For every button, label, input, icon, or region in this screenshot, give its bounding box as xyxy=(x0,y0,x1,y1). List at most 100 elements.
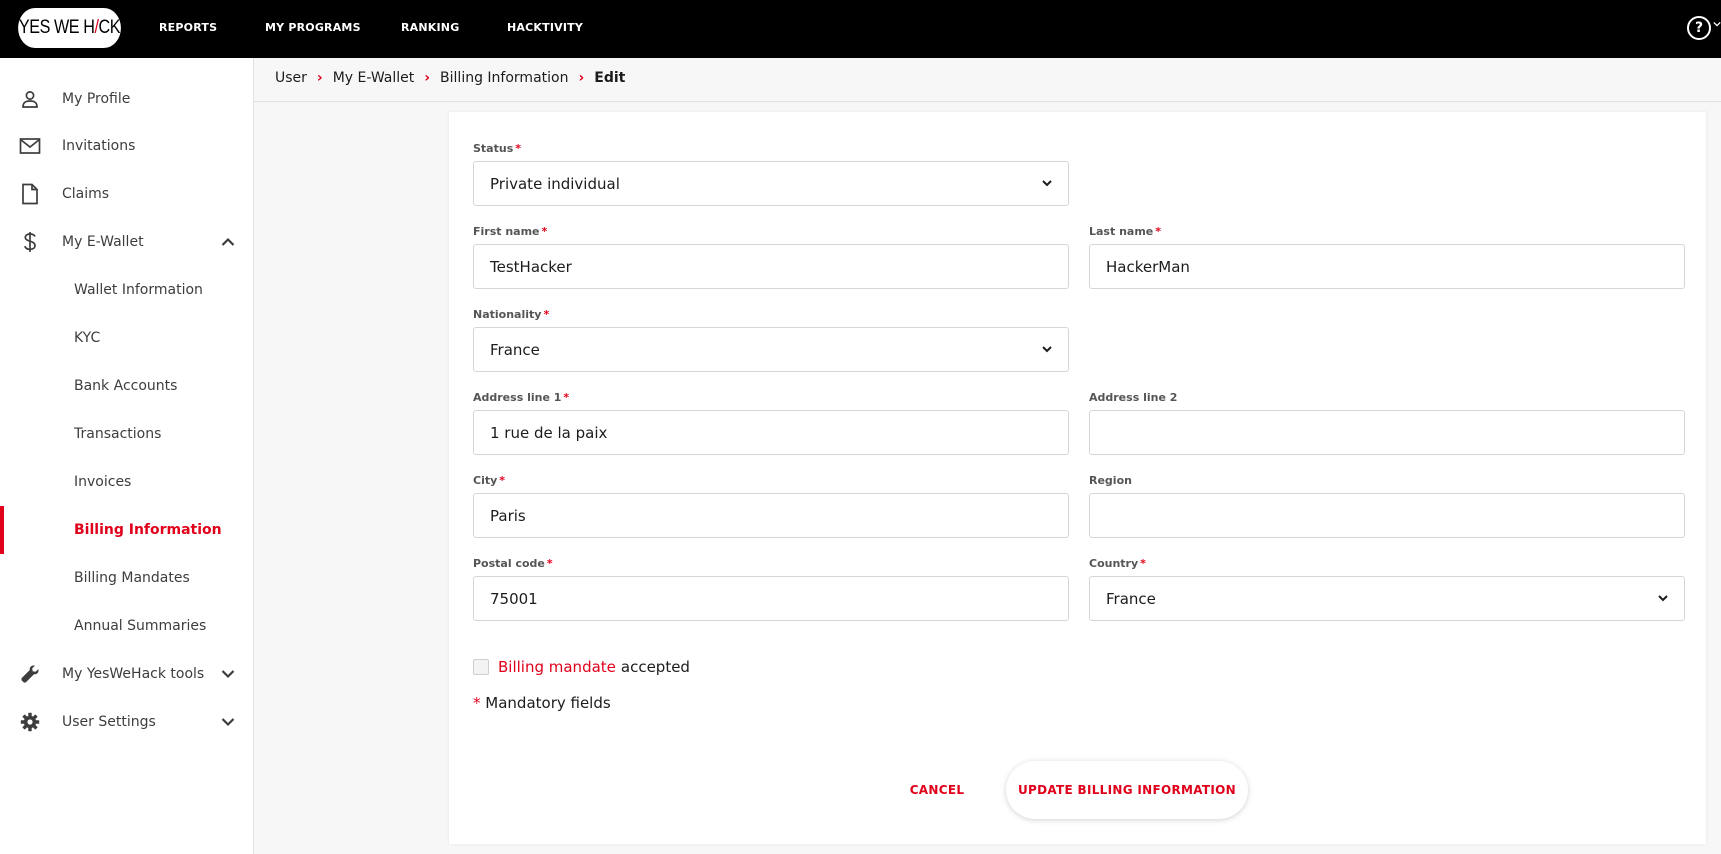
billing-form-card xyxy=(449,112,1706,844)
chevron-down-icon xyxy=(1040,176,1054,190)
required-mark: * xyxy=(563,391,570,404)
sidebar-subitem-label: Wallet Information xyxy=(74,282,203,298)
top-navbar: YES WE H / CK REPORTS MY PROGRAMS RANKING … xyxy=(0,0,1721,58)
required-mark: * xyxy=(473,694,481,712)
city-value: Paris xyxy=(490,506,526,525)
breadcrumb-user[interactable]: User xyxy=(275,70,307,86)
logo-text-b: CK xyxy=(98,17,121,38)
cancel-button[interactable]: CANCEL xyxy=(897,762,977,818)
sidebar-item-my-e-wallet[interactable]: My E-Wallet xyxy=(0,222,253,262)
required-mark: * xyxy=(1155,225,1162,238)
sidebar-item-invitations[interactable]: Invitations xyxy=(0,126,253,166)
gear-icon xyxy=(19,711,41,733)
nationality-select[interactable]: France xyxy=(473,327,1069,372)
address-line-1-label-text: Address line 1 xyxy=(473,391,562,404)
city-label-text: City xyxy=(473,474,498,487)
document-icon xyxy=(19,183,41,205)
first-name-label-text: First name xyxy=(473,225,540,238)
last-name-label-text: Last name xyxy=(1089,225,1154,238)
sidebar-item-claims[interactable]: Claims xyxy=(0,174,253,214)
postal-code-label: Postal code * xyxy=(473,557,553,570)
dollar-icon xyxy=(19,231,41,253)
sidebar-item-label: User Settings xyxy=(62,714,156,730)
sidebar-subitem-label: Annual Summaries xyxy=(74,618,207,634)
breadcrumb-my-e-wallet[interactable]: My E-Wallet xyxy=(333,70,415,86)
breadcrumb: User › My E-Wallet › Billing Information… xyxy=(275,70,625,86)
postal-code-value: 75001 xyxy=(490,589,538,608)
user-icon xyxy=(19,88,41,110)
sidebar-subitem-bank-accounts[interactable]: Bank Accounts xyxy=(0,366,253,406)
help-chevron-down-icon[interactable] xyxy=(1713,20,1721,31)
first-name-value: TestHacker xyxy=(490,257,572,276)
sidebar-item-label: My YesWeHack tools xyxy=(62,666,205,682)
sidebar-subitem-invoices[interactable]: Invoices xyxy=(0,462,253,502)
update-billing-information-button[interactable]: UPDATE BILLING INFORMATION xyxy=(1006,761,1248,819)
region-label: Region xyxy=(1089,474,1132,487)
city-field[interactable]: Paris xyxy=(473,493,1069,538)
nav-my-programs[interactable]: MY PROGRAMS xyxy=(265,21,361,34)
nationality-label: Nationality * xyxy=(473,308,549,321)
city-label: City * xyxy=(473,474,505,487)
chevron-up-icon[interactable] xyxy=(218,232,238,252)
address-line-1-field[interactable]: 1 rue de la paix xyxy=(473,410,1069,455)
chevron-down-icon[interactable] xyxy=(218,664,238,684)
region-field[interactable] xyxy=(1089,493,1685,538)
breadcrumb-bar: User › My E-Wallet › Billing Information… xyxy=(254,58,1721,102)
address-line-2-label-text: Address line 2 xyxy=(1089,391,1178,404)
address-line-1-value: 1 rue de la paix xyxy=(490,423,608,442)
sidebar-subitem-label: KYC xyxy=(74,330,101,346)
postal-code-field[interactable]: 75001 xyxy=(473,576,1069,621)
status-select[interactable]: Private individual xyxy=(473,161,1069,206)
breadcrumb-chevron-icon: › xyxy=(424,70,431,86)
chevron-down-icon[interactable] xyxy=(218,712,238,732)
sidebar-item-my-profile[interactable]: My Profile xyxy=(0,79,253,119)
nav-reports[interactable]: REPORTS xyxy=(159,21,217,34)
sidebar-subitem-annual-summaries[interactable]: Annual Summaries xyxy=(0,606,253,646)
yeswehack-logo[interactable]: YES WE H / CK xyxy=(18,8,121,48)
breadcrumb-billing-information[interactable]: Billing Information xyxy=(440,70,568,86)
status-value: Private individual xyxy=(490,174,620,193)
help-icon[interactable]: ? xyxy=(1687,16,1711,40)
sidebar-subitem-label: Bank Accounts xyxy=(74,378,178,394)
sidebar-subitem-billing-information[interactable]: Billing Information xyxy=(0,510,253,550)
required-mark: * xyxy=(499,474,506,487)
sidebar-item-user-settings[interactable]: User Settings xyxy=(0,702,253,742)
last-name-field[interactable]: HackerMan xyxy=(1089,244,1685,289)
sidebar-subitem-kyc[interactable]: KYC xyxy=(0,318,253,358)
billing-mandate-checkbox[interactable] xyxy=(473,659,489,675)
region-label-text: Region xyxy=(1089,474,1132,487)
sidebar-item-my-yeswehack-tools[interactable]: My YesWeHack tools xyxy=(0,654,253,694)
sidebar-item-label: My Profile xyxy=(62,91,131,107)
billing-mandate-text: accepted xyxy=(620,658,690,676)
address-line-2-field[interactable] xyxy=(1089,410,1685,455)
country-select[interactable]: France xyxy=(1089,576,1685,621)
sidebar-subitem-wallet-information[interactable]: Wallet Information xyxy=(0,270,253,310)
chevron-down-icon xyxy=(1656,591,1670,605)
mandatory-fields-text: Mandatory fields xyxy=(485,694,611,712)
mail-icon xyxy=(19,135,41,157)
wrench-icon xyxy=(19,663,41,685)
nationality-label-text: Nationality xyxy=(473,308,542,321)
billing-mandate-link[interactable]: Billing mandate xyxy=(498,658,616,676)
required-mark: * xyxy=(546,557,553,570)
sidebar-subitem-transactions[interactable]: Transactions xyxy=(0,414,253,454)
breadcrumb-chevron-icon: › xyxy=(578,70,585,86)
postal-code-label-text: Postal code xyxy=(473,557,545,570)
nav-ranking[interactable]: RANKING xyxy=(401,21,459,34)
first-name-field[interactable]: TestHacker xyxy=(473,244,1069,289)
country-label-text: Country xyxy=(1089,557,1139,570)
sidebar: My Profile Invitations Claims My E-Walle… xyxy=(0,58,254,854)
billing-mandate-row: Billing mandate accepted xyxy=(473,658,690,676)
last-name-label: Last name * xyxy=(1089,225,1161,238)
sidebar-subitem-label: Billing Information xyxy=(74,522,222,538)
required-mark: * xyxy=(515,142,522,155)
last-name-value: HackerMan xyxy=(1106,257,1190,276)
required-mark: * xyxy=(1140,557,1146,570)
mandatory-fields-note: * Mandatory fields xyxy=(473,694,611,712)
country-label: Country * xyxy=(1089,557,1146,570)
required-mark: * xyxy=(543,308,550,321)
nav-hacktivity[interactable]: HACKTIVITY xyxy=(507,21,583,34)
sidebar-subitem-billing-mandates[interactable]: Billing Mandates xyxy=(0,558,253,598)
country-value: France xyxy=(1106,589,1156,608)
chevron-down-icon xyxy=(1040,342,1054,356)
